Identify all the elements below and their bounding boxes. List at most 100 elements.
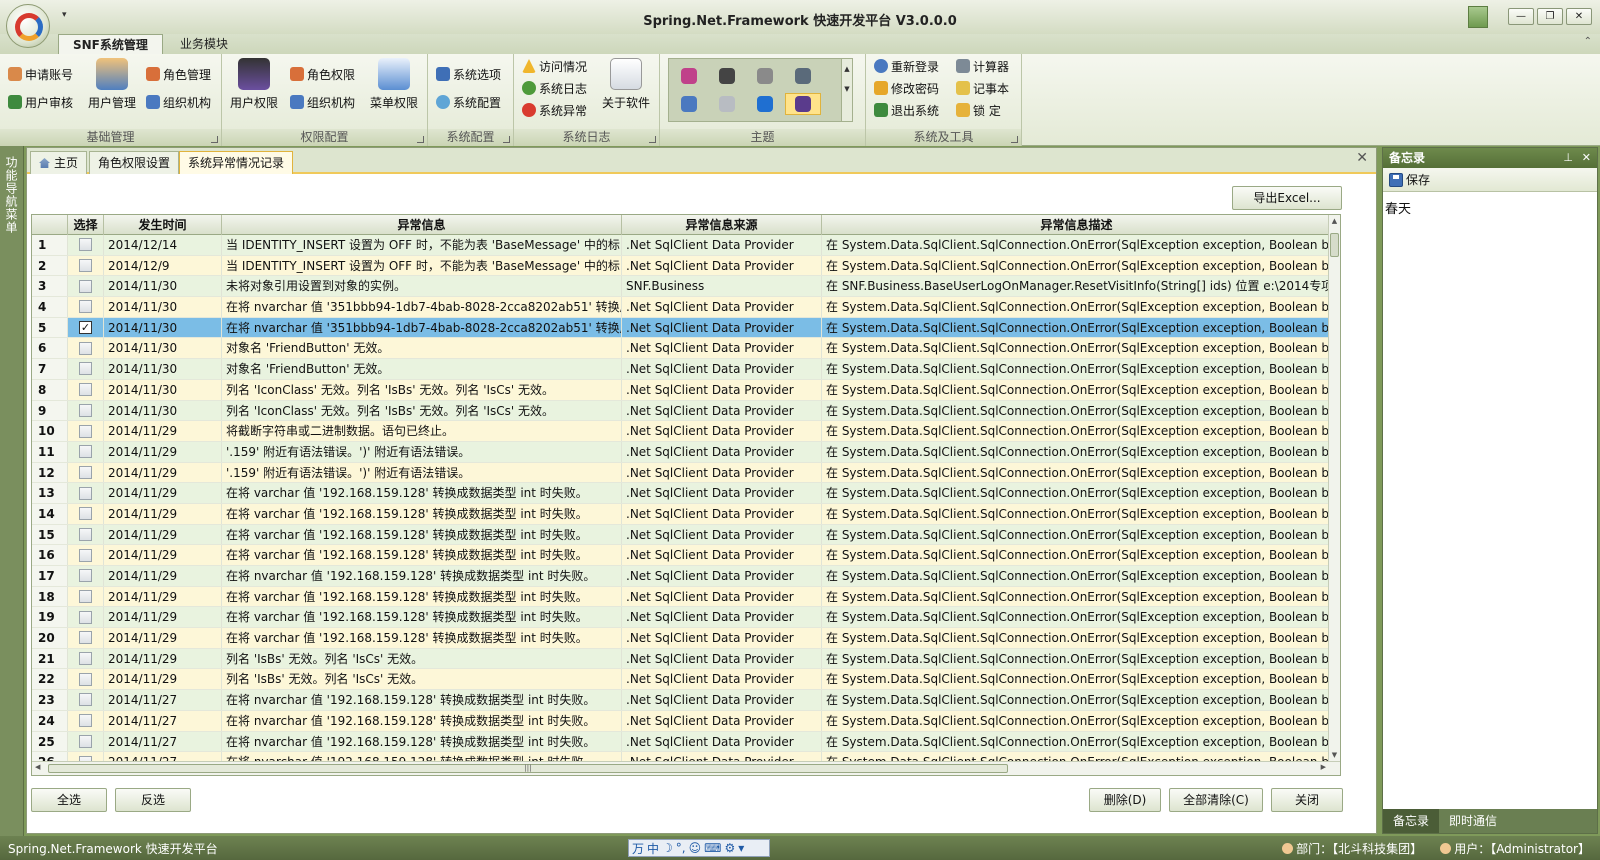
ime-settings-icon[interactable]: ⚙ — [724, 841, 735, 855]
skin-icon[interactable] — [1468, 6, 1488, 28]
system-exception-button[interactable]: 系统异常 — [522, 100, 587, 120]
tab-instant-message[interactable]: 即时通信 — [1439, 809, 1507, 833]
row-checkbox[interactable] — [79, 486, 92, 500]
ime-chinese-icon[interactable]: 中 — [647, 840, 659, 857]
row-checkbox[interactable] — [79, 279, 92, 293]
restore-button[interactable]: ❐ — [1537, 8, 1563, 25]
scroll-thumb[interactable] — [1330, 233, 1339, 257]
tab-snf-system[interactable]: SNF系统管理 — [58, 34, 163, 54]
row-checkbox[interactable] — [79, 527, 92, 541]
table-row[interactable]: 2 2014/12/9 当 IDENTITY_INSERT 设置为 OFF 时，不能… — [32, 255, 1332, 277]
table-row[interactable]: 22 2014/11/29 列名 'IsBs' 无效。列名 'IsCs' 无效。 .N… — [32, 669, 1332, 691]
close-window-button[interactable]: ✕ — [1566, 8, 1592, 25]
row-checkbox-cell[interactable] — [68, 338, 104, 359]
table-row[interactable]: 12 2014/11/29 '.159' 附近有语法错误。')' 附近有语法错误。.… — [32, 462, 1332, 484]
row-checkbox-cell[interactable] — [68, 628, 104, 648]
system-config-button[interactable]: 系统配置 — [436, 92, 501, 112]
menu-permission-button[interactable]: 菜单权限 — [366, 58, 422, 111]
memo-close-icon[interactable]: ✕ — [1582, 148, 1591, 168]
row-checkbox-cell[interactable] — [68, 483, 104, 503]
row-checkbox-cell[interactable] — [68, 276, 104, 297]
invert-selection-button[interactable]: 反选 — [115, 788, 191, 812]
ime-toolbar[interactable]: 万 中 ☽ °, ☺ ⌨ ⚙ ▾ — [628, 839, 770, 857]
row-checkbox-cell[interactable] — [68, 359, 104, 379]
table-row[interactable]: 13 2014/11/29 在将 varchar 值 '192.168.159.12… — [32, 483, 1332, 504]
row-checkbox-cell[interactable] — [68, 752, 104, 761]
row-checkbox-cell[interactable] — [68, 503, 104, 524]
scroll-down-icon[interactable]: ▼ — [1329, 751, 1340, 759]
table-row[interactable]: 5 ✓ 2014/11/30 在将 nvarchar 值 '351bbb94-1db7… — [32, 317, 1332, 339]
org-permission-button[interactable]: 组织机构 — [290, 92, 355, 112]
close-button[interactable]: 关闭 — [1271, 788, 1343, 812]
row-checkbox[interactable] — [79, 300, 92, 314]
row-checkbox-cell[interactable] — [68, 690, 104, 710]
ribbon-collapse-icon[interactable]: ⌃ — [1584, 36, 1592, 47]
row-checkbox-cell[interactable] — [68, 462, 104, 483]
calculator-button[interactable]: 计算器 — [956, 56, 1009, 76]
row-checkbox-cell[interactable] — [68, 255, 104, 276]
dialog-launcher-icon[interactable] — [1011, 136, 1018, 143]
theme-option[interactable] — [785, 65, 821, 87]
horizontal-scrollbar[interactable]: ◀ ||| ▶ — [32, 761, 1340, 775]
col-header-time[interactable]: 发生时间 — [104, 215, 222, 235]
notepad-button[interactable]: 记事本 — [956, 78, 1009, 98]
table-row[interactable]: 3 2014/11/30 未将对象引用设置到对象的实例。 SNF.Business 在 … — [32, 276, 1332, 298]
table-row[interactable]: 1 2014/12/14 当 IDENTITY_INSERT 设置为 OFF 时，不… — [32, 235, 1332, 256]
role-permission-button[interactable]: 角色权限 — [290, 64, 355, 84]
row-checkbox-cell[interactable] — [68, 421, 104, 441]
row-checkbox[interactable] — [79, 590, 92, 604]
col-header-source[interactable]: 异常信息来源 — [622, 215, 822, 235]
table-row[interactable]: 21 2014/11/29 列名 'IsBs' 无效。列名 'IsCs' 无效。 .N… — [32, 648, 1332, 670]
theme-option[interactable] — [709, 93, 745, 115]
ime-skin-icon[interactable]: ☺ — [689, 841, 702, 855]
visit-status-button[interactable]: 访问情况 — [522, 56, 587, 76]
doc-tab-role-permission[interactable]: 角色权限设置 — [89, 151, 180, 174]
table-row[interactable]: 19 2014/11/29 在将 varchar 值 '192.168.159.12… — [32, 607, 1332, 629]
row-checkbox[interactable] — [79, 507, 92, 521]
table-row[interactable]: 18 2014/11/29 在将 varchar 值 '192.168.159.12… — [32, 586, 1332, 608]
row-checkbox[interactable] — [79, 569, 92, 583]
exit-system-button[interactable]: 退出系统 — [874, 100, 939, 120]
role-manage-button[interactable]: 角色管理 — [146, 64, 211, 84]
tab-memo[interactable]: 备忘录 — [1383, 809, 1440, 833]
row-checkbox[interactable] — [79, 424, 92, 438]
theme-option[interactable] — [709, 65, 745, 87]
table-row[interactable]: 17 2014/11/29 在将 nvarchar 值 '192.168.159.1… — [32, 566, 1332, 587]
table-row[interactable]: 14 2014/11/29 在将 varchar 值 '192.168.159.12… — [32, 503, 1332, 525]
hscroll-thumb[interactable]: ||| — [48, 764, 1008, 773]
ime-menu-icon[interactable]: ▾ — [738, 841, 744, 855]
table-row[interactable]: 7 2014/11/30 对象名 'FriendButton' 无效。 .Net Sq… — [32, 359, 1332, 380]
row-checkbox[interactable] — [79, 445, 92, 459]
scroll-right-icon[interactable]: ▶ — [1321, 763, 1326, 771]
theme-option[interactable] — [747, 93, 783, 115]
dialog-launcher-icon[interactable] — [503, 136, 510, 143]
row-checkbox[interactable] — [79, 714, 92, 728]
row-checkbox-cell[interactable] — [68, 524, 104, 545]
vertical-scrollbar[interactable]: ▲ ▼ — [1328, 215, 1340, 761]
row-checkbox-cell[interactable] — [68, 566, 104, 586]
ime-punct-icon[interactable]: °, — [676, 841, 686, 855]
table-row[interactable]: 20 2014/11/29 在将 varchar 值 '192.168.159.12… — [32, 628, 1332, 649]
ime-halfwidth-icon[interactable]: ☽ — [662, 841, 673, 855]
export-excel-button[interactable]: 导出Excel... — [1232, 186, 1342, 210]
select-all-button[interactable]: 全选 — [31, 788, 107, 812]
table-row[interactable]: 16 2014/11/29 在将 varchar 值 '192.168.159.12… — [32, 545, 1332, 566]
table-row[interactable]: 11 2014/11/29 '.159' 附近有语法错误。')' 附近有语法错误。.… — [32, 441, 1332, 463]
row-checkbox[interactable] — [79, 734, 92, 748]
row-checkbox[interactable] — [79, 693, 92, 707]
row-checkbox[interactable] — [79, 631, 92, 645]
dialog-launcher-icon[interactable] — [649, 136, 656, 143]
row-checkbox[interactable] — [79, 341, 92, 355]
theme-option-selected[interactable] — [785, 93, 821, 115]
col-header-description[interactable]: 异常信息描述 — [822, 215, 1332, 235]
theme-option[interactable] — [671, 65, 707, 87]
col-header-select[interactable]: 选择 — [68, 215, 104, 235]
user-permission-button[interactable]: 用户权限 — [226, 58, 282, 111]
table-row[interactable]: 4 2014/11/30 在将 nvarchar 值 '351bbb94-1db7-… — [32, 297, 1332, 318]
system-log-button[interactable]: 系统日志 — [522, 78, 587, 98]
row-checkbox[interactable] — [79, 259, 92, 273]
row-checkbox[interactable]: ✓ — [79, 321, 92, 335]
row-checkbox-cell[interactable] — [68, 545, 104, 565]
table-row[interactable]: 8 2014/11/30 列名 'IconClass' 无效。列名 'IsBs' 无… — [32, 379, 1332, 401]
row-checkbox[interactable] — [79, 652, 92, 666]
